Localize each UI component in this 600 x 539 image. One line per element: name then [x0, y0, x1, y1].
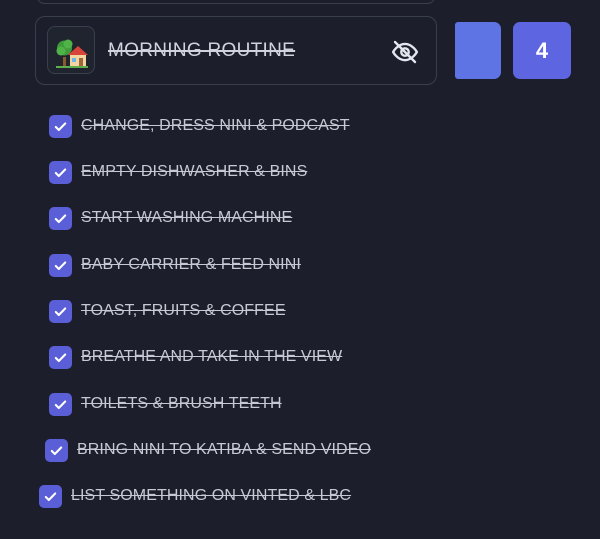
task-label: BRING NINI TO KATIBA & SEND VIDEO [77, 441, 372, 458]
task-label: EMPTY DISHWASHER & BINS [81, 163, 308, 180]
task-checkbox[interactable] [49, 114, 72, 138]
eye-off-icon [391, 40, 419, 64]
previous-card-edge [36, 0, 436, 4]
task-label: BABY CARRIER & FEED NINI [81, 256, 301, 273]
task-item[interactable]: BREATHE AND TAKE IN THE VIEW [49, 344, 342, 370]
task-label: BREATHE AND TAKE IN THE VIEW [81, 348, 343, 365]
task-checkbox[interactable] [45, 438, 68, 462]
task-label: LIST SOMETHING ON VINTED & LBC [71, 487, 352, 504]
task-item[interactable]: START WASHING MACHINE [49, 205, 292, 231]
task-label: CHANGE, DRESS NINI & PODCAST [81, 117, 350, 134]
checkmark-icon [54, 121, 67, 131]
routine-title: MORNING ROUTINE [108, 40, 296, 61]
task-checkbox[interactable] [49, 392, 72, 416]
checkmark-icon [44, 491, 57, 501]
routine-avatar [47, 26, 95, 74]
task-checkbox[interactable] [49, 345, 72, 369]
checkmark-icon [54, 260, 67, 270]
task-count-button[interactable]: 4 [513, 22, 571, 79]
checkmark-icon [54, 352, 67, 362]
task-item[interactable]: BRING NINI TO KATIBA & SEND VIDEO [45, 437, 371, 463]
task-checkbox[interactable] [49, 206, 72, 230]
task-checkbox[interactable] [49, 299, 72, 323]
task-item[interactable]: LIST SOMETHING ON VINTED & LBC [39, 483, 351, 509]
task-checkbox[interactable] [49, 160, 72, 184]
routine-header-card[interactable]: MORNING ROUTINE [35, 16, 437, 85]
task-label: TOAST, FRUITS & COFFEE [81, 302, 286, 319]
checkmark-icon [54, 213, 67, 223]
checkmark-icon [54, 399, 67, 409]
task-label: TOILETS & BRUSH TEETH [81, 395, 282, 412]
task-checkbox[interactable] [39, 484, 62, 508]
checkmark-icon [50, 445, 63, 455]
color-swatch-button[interactable] [455, 22, 501, 79]
task-item[interactable]: CHANGE, DRESS NINI & PODCAST [49, 113, 350, 139]
task-checkbox[interactable] [49, 253, 72, 277]
task-item[interactable]: TOAST, FRUITS & COFFEE [49, 298, 286, 324]
task-item[interactable]: BABY CARRIER & FEED NINI [49, 252, 301, 278]
checkmark-icon [54, 306, 67, 316]
task-item[interactable]: TOILETS & BRUSH TEETH [49, 391, 282, 417]
hide-routine-button[interactable] [390, 37, 420, 67]
task-item[interactable]: EMPTY DISHWASHER & BINS [49, 159, 307, 185]
task-label: START WASHING MACHINE [81, 209, 293, 226]
house-with-tree-icon [56, 39, 88, 68]
checkmark-icon [54, 167, 67, 177]
